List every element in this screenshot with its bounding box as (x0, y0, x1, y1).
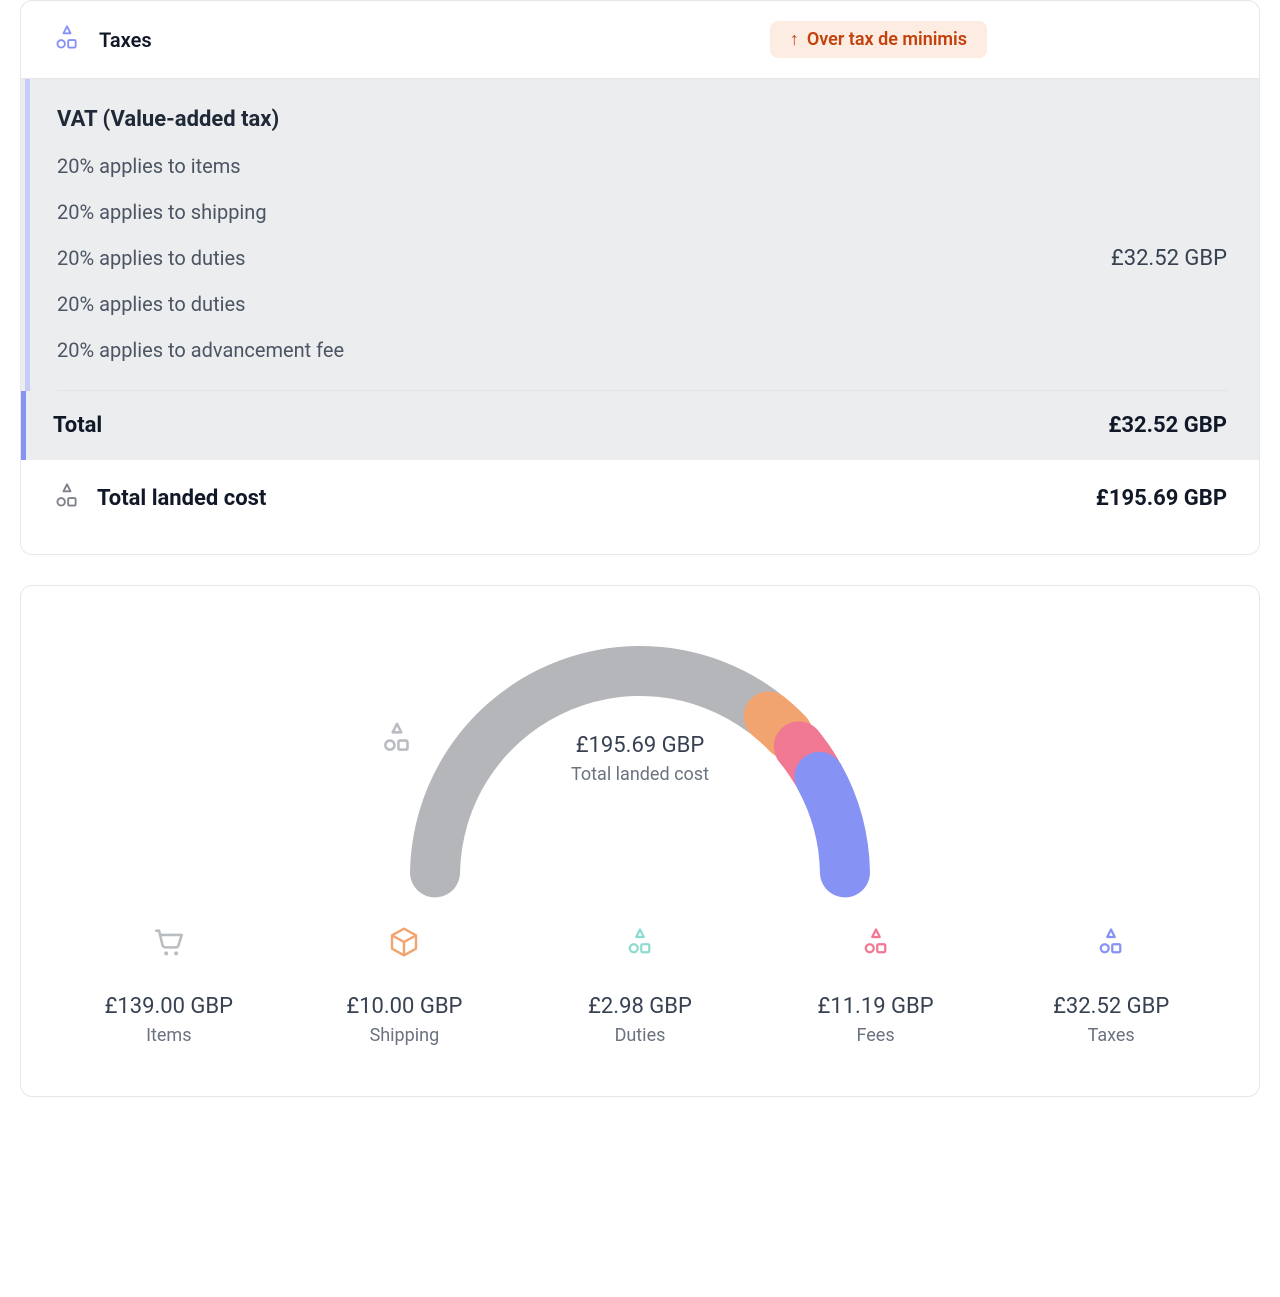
taxes-title: Taxes (99, 28, 152, 52)
arrow-up-icon: ↑ (790, 29, 799, 50)
vat-title: VAT (Value-added tax) (57, 107, 1227, 132)
legend-fees: £11.19 GBP Fees (768, 926, 984, 1046)
legend-shipping: £10.00 GBP Shipping (297, 926, 513, 1046)
total-landed-cost-value: £195.69 GBP (1096, 486, 1227, 511)
shapes-icon (53, 482, 81, 514)
legend-amount: £32.52 GBP (1003, 994, 1219, 1019)
taxes-total-value: £32.52 GBP (1108, 413, 1227, 438)
legend-label: Shipping (297, 1025, 513, 1046)
gauge-segment-taxes (819, 777, 845, 873)
total-landed-cost-label: Total landed cost (97, 486, 266, 511)
vat-line: 20% applies to advancement fee (57, 338, 344, 362)
gauge-label: Total landed cost (380, 764, 900, 785)
landed-cost-gauge: £195.69 GBP Total landed cost (380, 626, 900, 886)
gauge-center: £195.69 GBP Total landed cost (380, 721, 900, 785)
taxes-card-header: Taxes ↑ Over tax de minimis (21, 1, 1259, 79)
legend-amount: £11.19 GBP (768, 994, 984, 1019)
legend-items: £139.00 GBP Items (61, 926, 277, 1046)
legend-amount: £2.98 GBP (532, 994, 748, 1019)
taxes-card: Taxes ↑ Over tax de minimis VAT (Value-a… (20, 0, 1260, 555)
legend-label: Fees (768, 1025, 984, 1046)
shapes-icon (1096, 927, 1126, 961)
de-minimis-badge: ↑ Over tax de minimis (770, 21, 987, 58)
legend-label: Taxes (1003, 1025, 1219, 1046)
landed-cost-chart-card: £195.69 GBP Total landed cost £139.00 (20, 585, 1260, 1097)
vat-line: 20% applies to duties (57, 246, 344, 270)
chart-legend: £139.00 GBP Items £10.00 GBP Shipping (61, 926, 1219, 1046)
cart-icon (152, 925, 186, 963)
taxes-total-row: Total £32.52 GBP (21, 391, 1259, 460)
shapes-icon (625, 927, 655, 961)
legend-label: Items (61, 1025, 277, 1046)
de-minimis-label: Over tax de minimis (807, 29, 967, 50)
legend-amount: £10.00 GBP (297, 994, 513, 1019)
taxes-total-label: Total (53, 413, 102, 438)
shapes-icon (861, 927, 891, 961)
vat-section: VAT (Value-added tax) 20% applies to ite… (21, 79, 1259, 391)
legend-amount: £139.00 GBP (61, 994, 277, 1019)
legend-label: Duties (532, 1025, 748, 1046)
legend-duties: £2.98 GBP Duties (532, 926, 748, 1046)
total-landed-cost-row: Total landed cost £195.69 GBP (21, 460, 1259, 554)
legend-taxes: £32.52 GBP Taxes (1003, 926, 1219, 1046)
vat-line: 20% applies to shipping (57, 200, 344, 224)
vat-line-list: 20% applies to items 20% applies to ship… (57, 154, 344, 362)
vat-subtotal-amount: £32.52 GBP (1111, 246, 1227, 271)
vat-line: 20% applies to items (57, 154, 344, 178)
box-icon (388, 926, 420, 962)
shapes-icon (53, 24, 81, 56)
gauge-amount: £195.69 GBP (380, 733, 900, 758)
vat-line: 20% applies to duties (57, 292, 344, 316)
